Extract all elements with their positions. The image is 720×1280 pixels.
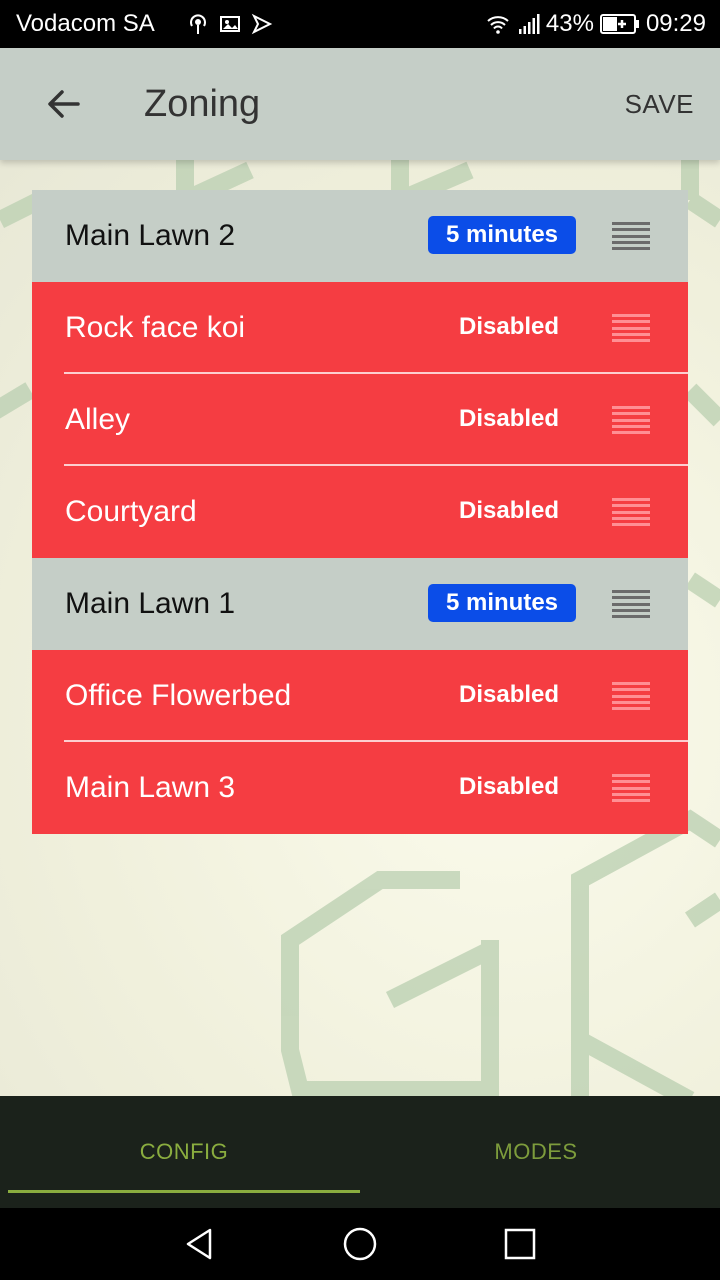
clock: 09:29 — [645, 10, 706, 37]
image-notification-icon — [220, 16, 240, 32]
system-navigation-bar — [0, 1208, 720, 1280]
zone-row[interactable]: Alley Disabled — [32, 374, 688, 466]
drag-handle-icon[interactable] — [612, 222, 650, 250]
back-button[interactable] — [40, 80, 88, 128]
send-icon — [251, 13, 273, 35]
zone-name: Rock face koi — [65, 311, 246, 344]
zone-name: Alley — [65, 403, 131, 436]
zone-name: Main Lawn 3 — [65, 771, 236, 804]
zone-row[interactable]: Main Lawn 3 Disabled — [32, 742, 688, 834]
save-button[interactable]: SAVE — [625, 84, 694, 124]
zone-group-row[interactable]: Main Lawn 1 5 minutes — [32, 558, 688, 650]
podcast-icon — [190, 14, 206, 34]
drag-handle-icon[interactable] — [612, 406, 650, 434]
arrow-back-icon — [48, 90, 80, 118]
zone-status: Disabled — [459, 497, 560, 524]
duration-badge[interactable]: 5 minutes — [428, 216, 576, 254]
zone-status: Disabled — [459, 773, 560, 800]
drag-handle-icon[interactable] — [612, 590, 650, 618]
zone-status: Disabled — [459, 681, 560, 708]
zone-list: Main Lawn 2 5 minutes Rock face koi Disa… — [32, 190, 688, 834]
app-bar: Zoning SAVE — [0, 48, 720, 160]
zone-name: Courtyard — [65, 495, 197, 528]
wifi-icon — [487, 16, 509, 34]
drag-handle-icon[interactable] — [612, 774, 650, 802]
nav-home-icon[interactable] — [342, 1226, 378, 1262]
zone-name: Office Flowerbed — [65, 679, 292, 712]
battery-charging-icon — [599, 14, 639, 34]
active-tab-indicator — [8, 1190, 360, 1193]
status-bar: Vodacom SA 43% 09:29 — [0, 0, 720, 48]
page-title: Zoning — [144, 83, 261, 125]
drag-handle-icon[interactable] — [612, 498, 650, 526]
zone-group-row[interactable]: Main Lawn 2 5 minutes — [32, 190, 688, 282]
tab-modes[interactable]: MODES — [360, 1096, 712, 1208]
drag-handle-icon[interactable] — [612, 682, 650, 710]
carrier-name: Vodacom SA — [16, 10, 155, 37]
drag-handle-icon[interactable] — [612, 314, 650, 342]
zone-status: Disabled — [459, 405, 560, 432]
zone-row[interactable]: Office Flowerbed Disabled — [32, 650, 688, 742]
zone-status: Disabled — [459, 313, 560, 340]
zone-name: Main Lawn 2 — [65, 219, 236, 252]
zone-name: Main Lawn 1 — [65, 587, 236, 620]
duration-badge[interactable]: 5 minutes — [428, 584, 576, 622]
nav-back-icon[interactable] — [182, 1226, 218, 1262]
nav-recents-icon[interactable] — [502, 1226, 538, 1262]
signal-icon — [518, 14, 540, 34]
battery-percent: 43% — [545, 10, 594, 37]
zone-row[interactable]: Rock face koi Disabled — [32, 282, 688, 374]
zone-row[interactable]: Courtyard Disabled — [32, 466, 688, 558]
